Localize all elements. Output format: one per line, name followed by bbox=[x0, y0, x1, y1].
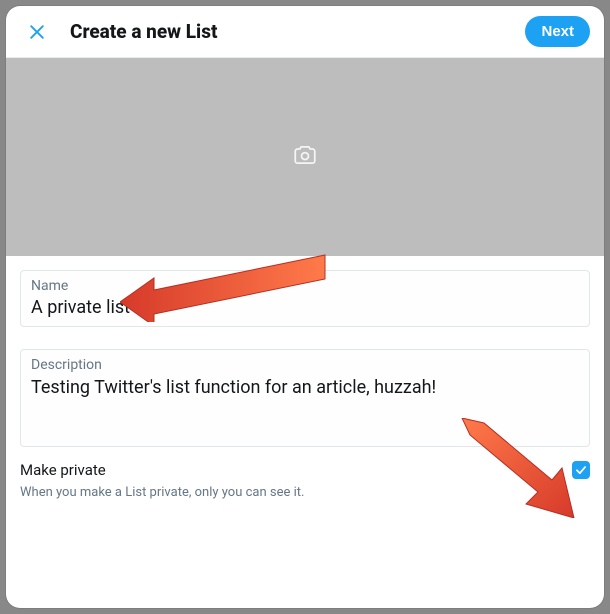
modal-wrapper: Create a new List Next Name Descri bbox=[0, 0, 610, 614]
create-list-modal: Create a new List Next Name Descri bbox=[6, 6, 604, 608]
close-icon[interactable] bbox=[20, 15, 54, 49]
description-field[interactable]: Description bbox=[20, 349, 590, 447]
privacy-checkbox[interactable] bbox=[572, 461, 590, 479]
name-input[interactable] bbox=[31, 297, 579, 318]
modal-title: Create a new List bbox=[70, 20, 525, 43]
banner-image-picker[interactable] bbox=[6, 58, 604, 256]
privacy-description: When you make a List private, only you c… bbox=[20, 485, 590, 500]
privacy-label: Make private bbox=[20, 461, 106, 479]
privacy-row: Make private bbox=[20, 461, 590, 479]
check-icon bbox=[574, 463, 588, 477]
description-label: Description bbox=[31, 356, 579, 374]
name-label: Name bbox=[31, 277, 579, 295]
name-field[interactable]: Name bbox=[20, 270, 590, 327]
description-input[interactable] bbox=[31, 376, 579, 434]
modal-body: Name Description Make private bbox=[6, 58, 604, 608]
modal-header: Create a new List Next bbox=[6, 6, 604, 58]
privacy-section: Make private When you make a List privat… bbox=[6, 461, 604, 514]
next-button[interactable]: Next bbox=[525, 16, 590, 47]
form-section: Name Description bbox=[6, 256, 604, 461]
camera-icon bbox=[292, 142, 318, 172]
